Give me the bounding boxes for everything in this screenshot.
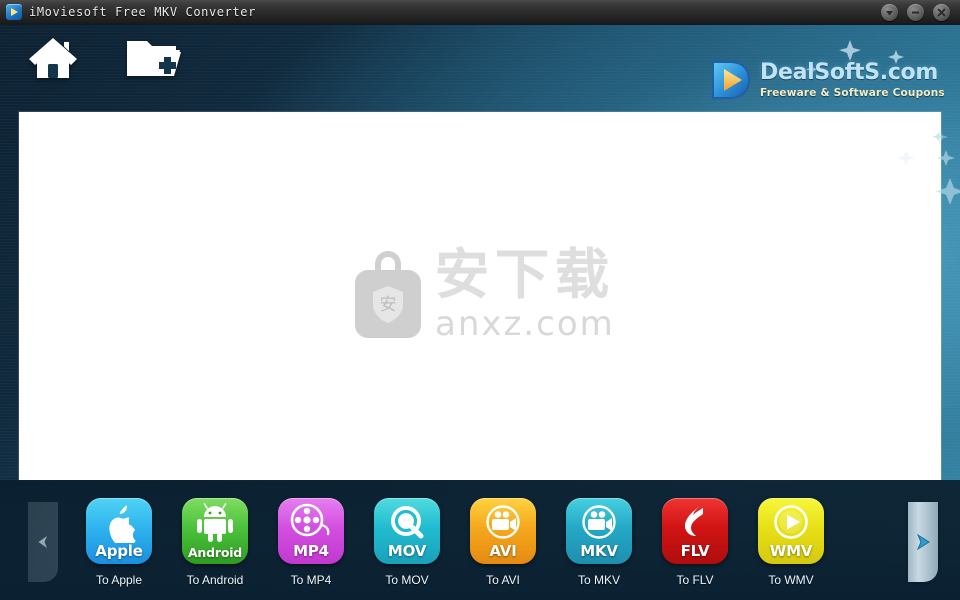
output-format-dock: Apple To Apple Android To Android MP4 To… xyxy=(0,480,960,600)
mov-tile-label: To MOV xyxy=(385,573,429,587)
anxz-watermark: 安 安下载 anxz.com xyxy=(345,246,615,346)
wmv-tile-label: To WMV xyxy=(768,573,814,587)
format-target-flv[interactable]: FLV To FLV xyxy=(662,498,728,587)
svg-text:安: 安 xyxy=(380,295,397,315)
format-target-mov[interactable]: MOV To MOV xyxy=(374,498,440,587)
avi-tile-label: To AVI xyxy=(486,573,520,587)
scroll-left-button[interactable] xyxy=(28,502,58,582)
quicktime-q-icon xyxy=(374,503,440,543)
apple-logo-icon xyxy=(86,503,152,543)
watermark-chinese-text: 安下载 xyxy=(434,243,615,306)
triangle-right-icon xyxy=(916,533,930,551)
wmv-tile-caption: WMV xyxy=(769,542,813,560)
application-window: iMoviesoft Free MKV Converter DealSoftS.… xyxy=(0,0,960,600)
android-tile-caption: Android xyxy=(187,545,243,560)
file-list-panel[interactable]: 安 安下载 anxz.com xyxy=(19,112,941,480)
android-tile[interactable]: Android xyxy=(182,498,248,564)
brand-title: DealSoftS.com xyxy=(760,59,938,85)
minimize-icon xyxy=(912,11,919,13)
app-play-icon xyxy=(6,4,22,20)
format-target-list: Apple To Apple Android To Android MP4 To… xyxy=(86,498,824,587)
camcorder-icon xyxy=(566,503,632,543)
close-button[interactable] xyxy=(933,3,950,21)
triangle-left-icon xyxy=(38,536,47,548)
play-circle-icon xyxy=(758,503,824,543)
window-controls xyxy=(881,3,960,21)
add-folder-button[interactable] xyxy=(124,30,186,86)
mov-tile[interactable]: MOV xyxy=(374,498,440,564)
avi-tile-caption: AVI xyxy=(489,542,517,560)
apple-tile[interactable]: Apple xyxy=(86,498,152,564)
android-robot-icon xyxy=(182,503,248,543)
format-target-android[interactable]: Android To Android xyxy=(182,498,248,587)
minimize-button[interactable] xyxy=(907,3,924,21)
dealsofts-play-logo xyxy=(708,58,754,102)
apple-tile-label: To Apple xyxy=(95,573,143,587)
title-bar[interactable]: iMoviesoft Free MKV Converter xyxy=(0,0,960,25)
scroll-right-button[interactable] xyxy=(908,502,938,582)
mov-tile-caption: MOV xyxy=(387,542,427,560)
anxz-bag-icon: 安 xyxy=(355,251,421,338)
apple-tile-caption: Apple xyxy=(95,542,143,560)
mp4-tile[interactable]: MP4 xyxy=(278,498,344,564)
camcorder-icon xyxy=(470,503,536,543)
flv-tile-label: To FLV xyxy=(676,573,714,587)
flv-tile[interactable]: FLV xyxy=(662,498,728,564)
mp4-tile-caption: MP4 xyxy=(293,542,329,560)
close-icon xyxy=(937,8,946,16)
home-button[interactable] xyxy=(22,30,84,86)
format-target-avi[interactable]: AVI To AVI xyxy=(470,498,536,587)
watermark-text: anxz.com xyxy=(435,304,615,344)
window-title: iMoviesoft Free MKV Converter xyxy=(29,5,256,19)
film-reel-icon xyxy=(278,503,344,543)
mkv-tile-label: To MKV xyxy=(577,573,620,587)
flv-tile-caption: FLV xyxy=(680,542,710,560)
mp4-tile-label: To MP4 xyxy=(290,573,332,587)
mkv-tile[interactable]: MKV xyxy=(566,498,632,564)
home-icon xyxy=(29,38,77,78)
avi-tile[interactable]: AVI xyxy=(470,498,536,564)
wmv-tile[interactable]: WMV xyxy=(758,498,824,564)
mkv-tile-caption: MKV xyxy=(580,542,618,560)
brand-subtitle: Freeware & Software Coupons xyxy=(760,86,945,99)
format-target-apple[interactable]: Apple To Apple xyxy=(86,498,152,587)
main-toolbar xyxy=(22,30,186,86)
flash-f-icon xyxy=(662,503,728,543)
format-target-mkv[interactable]: MKV To MKV xyxy=(566,498,632,587)
chevron-down-icon xyxy=(886,10,893,15)
format-target-mp4[interactable]: MP4 To MP4 xyxy=(278,498,344,587)
collapse-button[interactable] xyxy=(881,3,898,21)
add-folder-icon xyxy=(127,41,181,76)
android-tile-label: To Android xyxy=(186,573,244,587)
dealsofts-watermark: DealSoftS.com Freeware & Software Coupon… xyxy=(708,58,945,102)
format-target-wmv[interactable]: WMV To WMV xyxy=(758,498,824,587)
